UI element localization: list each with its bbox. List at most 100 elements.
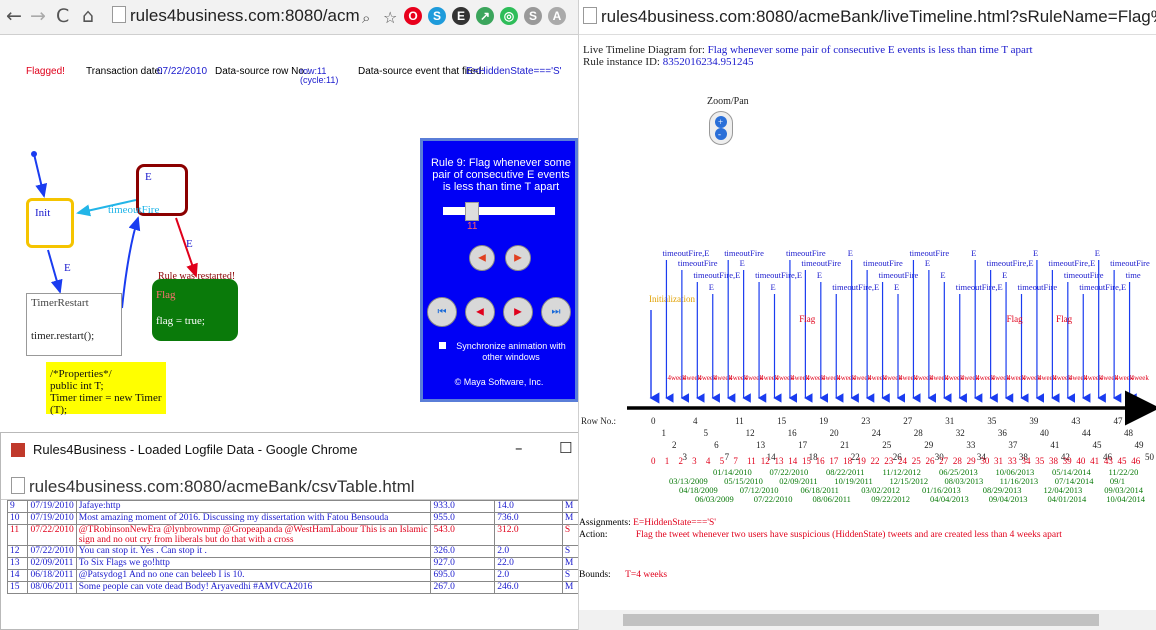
row-number: 5 <box>704 428 709 438</box>
popup-titlebar: Rules4Business - Loaded Logfile Data - G… <box>1 433 578 467</box>
row-label: Data-source row No.: <box>215 66 310 77</box>
bottom-row-number: 15 <box>802 456 812 466</box>
row-number: 41 <box>1050 440 1059 450</box>
sync-row[interactable]: Synchronize animation with other windows <box>439 341 571 363</box>
row-number: 28 <box>914 428 924 438</box>
timeline-event-label: timeoutFire <box>786 248 826 258</box>
timeline-date: 08/06/2011 <box>813 494 851 504</box>
bottom-row-number: 14 <box>788 456 798 466</box>
bottom-row-number: 7 <box>733 456 738 466</box>
table-cell-s: S <box>561 545 578 558</box>
logfile-data-popup: Rules4Business - Loaded Logfile Data - G… <box>0 432 578 630</box>
left-address-bar[interactable]: rules4business.com:8080/acmeBank/S <box>112 6 360 28</box>
timeline-event-label: timeoutFire <box>879 270 919 280</box>
gray-s-extension-icon[interactable]: S <box>524 7 542 25</box>
bookmark-star-icon[interactable]: ☆ <box>383 8 397 28</box>
table-row[interactable]: 9 07/19/2010 Jafaye:http 933.0 14.0 M <box>6 500 578 513</box>
zoom-pan-label: Zoom/Pan <box>707 96 749 107</box>
step-back-small-button[interactable]: ◀ <box>469 245 495 271</box>
bottom-row-number: 17 <box>829 456 839 466</box>
row-number: 43 <box>1071 416 1081 426</box>
row-number: 24 <box>872 428 882 438</box>
row-number: 1 <box>662 428 667 438</box>
timeline-event-label: timeoutFire,E <box>755 270 802 280</box>
row-number: 37 <box>1008 440 1018 450</box>
page-icon <box>112 6 126 23</box>
go-to-start-button[interactable]: ⏮ <box>427 297 457 327</box>
row-number: 3 <box>683 452 688 462</box>
row-number: 6 <box>714 440 719 450</box>
evernote-extension-icon[interactable]: E <box>452 7 470 25</box>
step-forward-small-button[interactable]: ▶ <box>505 245 531 271</box>
table-row[interactable]: 14 06/18/2011 @Patsydog1 And no one can be… <box>6 569 578 582</box>
timeline-event-label: timeoutFire <box>1110 258 1150 268</box>
bottom-row-number: 43 <box>1104 456 1114 466</box>
row-number: 11 <box>735 416 744 426</box>
flagged-label: Flagged! <box>26 66 65 77</box>
timeline-date: 10/04/2014 <box>1106 494 1145 504</box>
sync-checkbox[interactable] <box>439 342 446 349</box>
green-extension-icon[interactable]: ◎ <box>500 7 518 25</box>
timeline-event-label: timeoutFire <box>909 248 949 258</box>
table-row[interactable]: 11 07/22/2010 @TRobinsonNewEra @lynbrownmp… <box>6 524 578 546</box>
right-browser-window: rules4business.com:8080/acmeBank/liveTim… <box>578 0 1156 630</box>
zoom-icon[interactable]: ⌕ <box>362 8 370 28</box>
table-cell-date: 06/18/2011 <box>27 569 77 582</box>
right-address-bar[interactable]: rules4business.com:8080/acmeBank/liveTim… <box>579 0 1156 35</box>
home-icon[interactable]: ⌂ <box>82 6 94 26</box>
bottom-row-number: 5 <box>720 456 725 466</box>
timeline-heading-label: Live Timeline Diagram for: <box>583 44 705 56</box>
table-row[interactable]: 13 02/09/2011 To Six Flags we go!http 927.0… <box>6 557 578 570</box>
timeline-event-label: timeoutFire <box>863 258 903 268</box>
row-number: 45 <box>1092 440 1102 450</box>
timeline-event-label: timeoutFire <box>724 248 764 258</box>
table-cell-date: 02/09/2011 <box>27 557 77 570</box>
popup-address-bar[interactable]: rules4business.com:8080/acmeBank/csvTabl… <box>11 477 415 497</box>
bottom-row-number: 39 <box>1063 456 1073 466</box>
table-cell-s: S <box>561 569 578 582</box>
timeline-date: 06/03/2009 <box>695 494 734 504</box>
go-to-end-button[interactable]: ⏭ <box>541 297 571 327</box>
minimize-icon[interactable]: – <box>515 439 523 457</box>
row-number: 27 <box>903 416 913 426</box>
pin-extension-icon[interactable]: ↗ <box>476 7 494 25</box>
forward-icon[interactable]: → <box>30 6 46 26</box>
play-backward-button[interactable]: ◀ <box>465 297 495 327</box>
timeline-date: 04/01/2014 <box>1048 494 1087 504</box>
opera-extension-icon[interactable]: O <box>404 7 422 25</box>
s-extension-icon[interactable]: S <box>428 7 446 25</box>
bottom-row-number: 16 <box>816 456 826 466</box>
row-number: 39 <box>1029 416 1039 426</box>
table-cell-a: 955.0 <box>430 512 496 525</box>
table-cell-b: 312.0 <box>494 524 563 546</box>
timer-restart-state[interactable]: TimerRestart timer.restart(); <box>26 293 122 356</box>
zoom-pan-control[interactable]: + - <box>709 111 733 145</box>
maximize-icon[interactable]: ☐ <box>559 439 572 457</box>
row-number: 15 <box>777 416 787 426</box>
right-scroll-thumb[interactable] <box>623 614 1099 626</box>
init-state[interactable]: Init <box>26 198 74 248</box>
timeline-event-label: time <box>1126 270 1141 280</box>
cycle-slider-thumb[interactable] <box>465 202 479 221</box>
right-horizontal-scrollbar[interactable] <box>579 610 1156 630</box>
timeline-event-label: E <box>817 270 822 280</box>
play-forward-button[interactable]: ▶ <box>503 297 533 327</box>
table-row[interactable]: 10 07/19/2010 Most amazing moment of 2016.… <box>6 512 578 525</box>
table-cell-text: You can stop it. Yes . Can stop it . <box>75 545 432 558</box>
timeline-heading-value: Flag whenever some pair of consecutive E… <box>707 44 1033 56</box>
table-row[interactable]: 12 07/22/2010 You can stop it. Yes . Can s… <box>6 545 578 558</box>
row-number: 36 <box>998 428 1008 438</box>
table-cell-b: 246.0 <box>494 581 563 594</box>
timeline-event-label: E <box>971 248 976 258</box>
left-browser-window: ← → C ⌂ rules4business.com:8080/acmeBank… <box>0 0 578 630</box>
flag-state[interactable]: Flag flag = true; <box>152 279 238 341</box>
back-icon[interactable]: ← <box>6 6 22 26</box>
timeline-flag-label: Flag <box>799 314 816 324</box>
timeline-date: 09/22/2012 <box>871 494 910 504</box>
reload-icon[interactable]: C <box>56 6 69 26</box>
gray-extension-icon[interactable]: A <box>548 7 566 25</box>
table-row[interactable]: 15 08/06/2011 Some people can vote dead Bo… <box>6 581 578 594</box>
timeline-event-label: timeoutFire,E <box>1048 258 1095 268</box>
cycle-slider-track[interactable] <box>443 207 555 215</box>
row-number: 20 <box>830 428 840 438</box>
